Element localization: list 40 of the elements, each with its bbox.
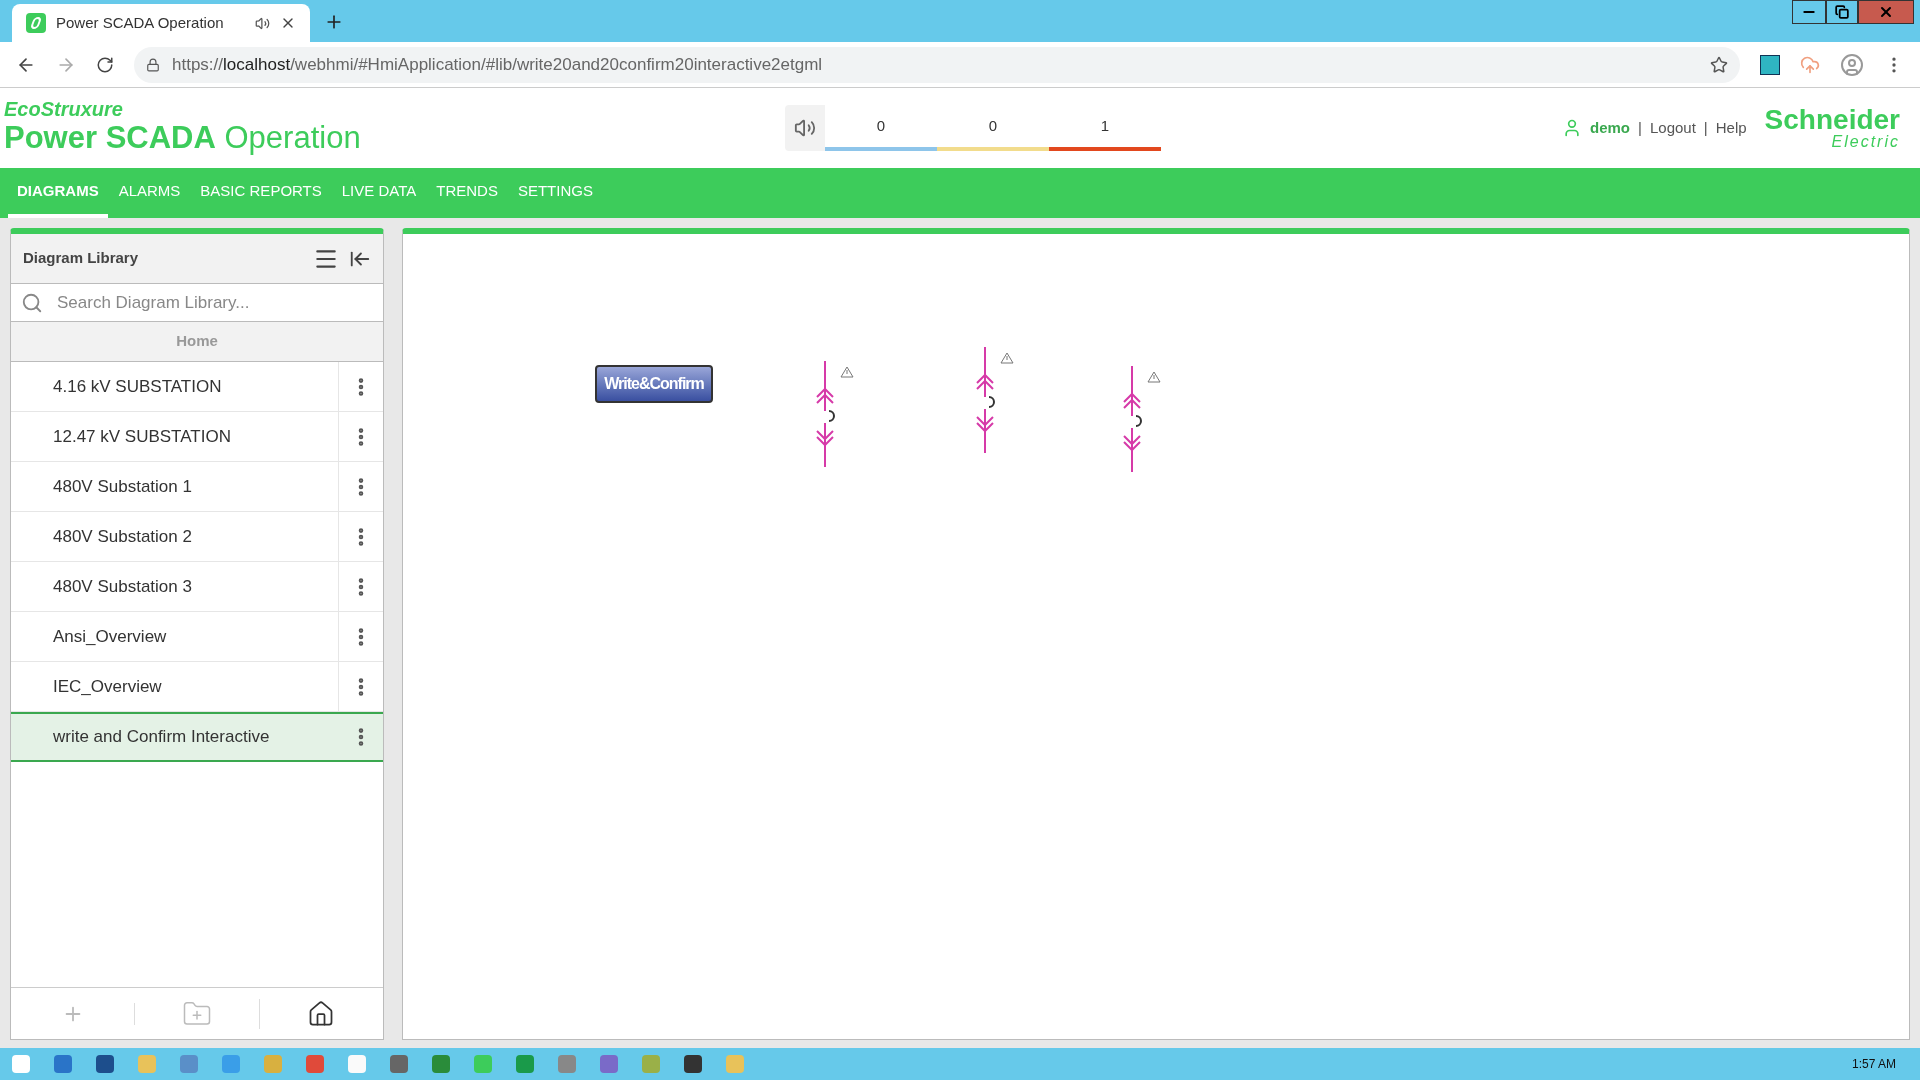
- diagram-list-item[interactable]: 480V Substation 1: [11, 462, 383, 512]
- header-link[interactable]: Help: [1715, 116, 1747, 140]
- reload-icon[interactable]: [96, 55, 114, 74]
- diagram-list-item[interactable]: 480V Substation 3: [11, 562, 383, 612]
- minimize-icon[interactable]: [1792, 0, 1826, 24]
- taskbar-app-icon[interactable]: [96, 1055, 114, 1073]
- alarm-counter[interactable]: 0: [825, 105, 937, 151]
- lock-icon: [146, 57, 160, 72]
- alarm-counter[interactable]: 1: [1049, 105, 1161, 151]
- brand-name: EcoStruxure: [4, 98, 123, 119]
- vendor-subtitle: Electric: [1831, 134, 1900, 150]
- speaker-icon[interactable]: [255, 15, 270, 31]
- extension-icon[interactable]: [1760, 54, 1780, 75]
- taskbar-app-icon[interactable]: [684, 1055, 702, 1073]
- url-text: https://localhost/webhmi/#HmiApplication/#lib/write20and20confirm20interactive2etgml: [172, 53, 824, 76]
- browser-tab[interactable]: Power SCADA Operation: [12, 4, 310, 42]
- tab-title: Power SCADA Operation: [56, 12, 225, 33]
- diagram-list-item[interactable]: 4.16 kV SUBSTATION: [11, 362, 383, 412]
- alarm-counter[interactable]: 0: [937, 105, 1049, 151]
- search-field[interactable]: Search Diagram Library...: [57, 289, 373, 316]
- diagram-list-item[interactable]: 12.47 kV SUBSTATION: [11, 412, 383, 462]
- close-window-icon[interactable]: [1858, 0, 1914, 24]
- profile-icon[interactable]: [1840, 52, 1864, 77]
- address-field[interactable]: https://localhost/webhmi/#HmiApplication/#lib/write20and20confirm20interactive2etgml: [134, 46, 1740, 83]
- clock-text[interactable]: 1:57 AM: [1851, 1055, 1896, 1073]
- diagram-list-item[interactable]: Ansi_Overview: [11, 612, 383, 662]
- bookmark-star-icon[interactable]: [1710, 55, 1728, 74]
- vendor-name: Schneider: [1764, 106, 1900, 134]
- app-logo-icon: [26, 13, 46, 33]
- separator: |: [1638, 117, 1642, 138]
- separator: |: [1703, 117, 1708, 138]
- search-icon: [21, 291, 43, 314]
- product-name: Power SCADA Operation: [4, 118, 361, 157]
- write-confirm-button[interactable]: Write&Confirm: [595, 365, 713, 403]
- header-link[interactable]: Logout: [1649, 116, 1696, 140]
- diagram-list-item[interactable]: write and Confirm Interactive: [11, 712, 383, 762]
- panel-title: Diagram Library: [23, 248, 140, 269]
- sound-icon[interactable]: [794, 117, 816, 139]
- restore-icon[interactable]: [1826, 0, 1858, 24]
- diagram-list-item[interactable]: 480V Substation 2: [11, 512, 383, 562]
